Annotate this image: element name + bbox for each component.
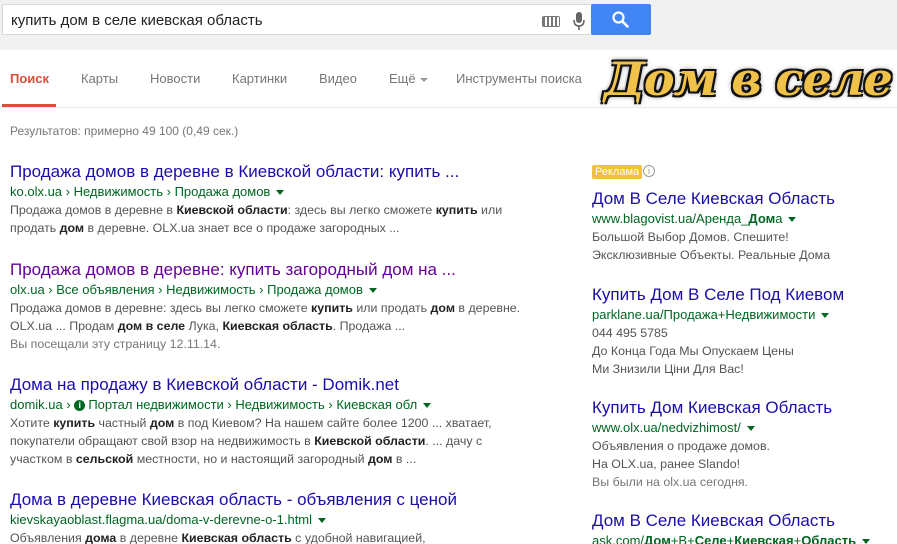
search-result: Дома в деревне Киевская область - объявл… [10,490,530,544]
result-snippet: Хотите купить частный дом в под Киевом? … [10,416,492,466]
tab-maps[interactable]: Карты [81,71,118,86]
ad-title[interactable]: Дом В Селе Киевская Область [592,511,892,531]
ad-line: Объявления о продаже домов. [592,439,770,453]
chevron-down-icon [419,77,428,82]
result-snippet: Продажа домов в деревне: здесь вы легко … [10,301,521,333]
chevron-down-icon[interactable] [862,539,871,544]
chevron-down-icon[interactable] [276,190,285,196]
ad-line: Эксклюзивные Объекты. Реальные Дома [592,248,831,262]
ad-phone[interactable]: 044 495 5785 [592,324,892,342]
chevron-down-icon[interactable] [423,403,432,409]
tab-search-tools[interactable]: Инструменты поиска [456,71,582,86]
tab-news[interactable]: Новости [150,71,200,86]
info-icon: i [74,400,86,412]
tab-video[interactable]: Видео [319,71,357,86]
search-result: Продажа домов в деревне в Киевской облас… [10,162,530,237]
result-url: olx.ua › Все объявления › Недвижимость ›… [10,280,530,299]
chevron-down-icon[interactable] [368,288,377,294]
ad-line: Большой Выбор Домов. Спешите! [592,230,789,244]
result-title[interactable]: Дома в деревне Киевская область - объявл… [10,490,530,510]
ad-url-text: www.olx.ua/nedvizhimost/ [592,420,741,435]
ad-title[interactable]: Купить Дом В Селе Под Киевом [592,285,892,305]
overlay-title: Дом в селе [604,52,893,106]
ad-url: parklane.ua/Продажа+Недвижимости [592,305,892,324]
ad-line: На OLX.ua, ранее Slando! [592,457,741,471]
result-title[interactable]: Продажа домов в деревне в Киевской облас… [10,162,530,182]
ad-url-text: www.blagovist.ua/Аренда_Дома [592,211,783,226]
result-url-text: kievskayaoblast.flagma.ua/doma-v-derevne… [10,512,313,527]
ad-item: Купить Дом Киевская Область www.olx.ua/n… [592,398,892,491]
chevron-down-icon[interactable] [821,313,830,319]
result-title[interactable]: Продажа домов в деревне: купить загородн… [10,260,530,280]
chevron-down-icon[interactable] [318,518,327,524]
tab-images[interactable]: Картинки [232,71,287,86]
search-result: Продажа домов в деревне: купить загородн… [10,260,530,353]
result-url-host: domik.ua › [10,397,75,412]
result-snippet: Объявления дома в деревне Киевская облас… [10,531,426,544]
result-stats: Результатов: примерно 49 100 (0,49 сек.) [10,124,239,138]
ad-line: До Конца Года Мы Опускаем Цены [592,344,794,358]
ad-url: www.olx.ua/nedvizhimost/ [592,418,892,437]
tab-search[interactable]: Поиск [10,71,49,86]
ad-title[interactable]: Купить Дом Киевская Область [592,398,892,418]
active-tab-indicator [2,104,56,107]
visited-note: Вы посещали эту страницу 12.11.14. [10,337,221,351]
result-title[interactable]: Дома на продажу в Киевской области - Dom… [10,375,530,395]
search-header: купить дом в селе киевская область [0,0,897,50]
search-button[interactable] [591,4,651,35]
ad-item: Купить Дом В Селе Под Киевом parklane.ua… [592,285,892,378]
search-result: Дома на продажу в Киевской области - Dom… [10,375,530,468]
ad-line: Ми Знизили Ціни Для Вас! [592,362,744,376]
ad-url: ask.com/Дом+В+Селе+Киевская+Область [592,531,892,544]
ad-url-text: ask.com/Дом+В+Селе+Киевская+Область [592,533,857,544]
tab-more-label: Ещё [389,71,416,86]
result-url-text: olx.ua › Все объявления › Недвижимость ›… [10,282,363,297]
result-url-text: ko.olx.ua › Недвижимость › Продажа домов [10,184,271,199]
microphone-icon[interactable] [572,11,586,31]
ad-item: Дом В Селе Киевская Область ask.com/Дом+… [592,511,892,544]
chevron-down-icon[interactable] [788,217,797,223]
ad-badge: Реклама [592,165,643,179]
chevron-down-icon[interactable] [746,426,755,432]
ad-title[interactable]: Дом В Селе Киевская Область [592,189,892,209]
result-url: ko.olx.ua › Недвижимость › Продажа домов [10,182,530,201]
visited-note: Вы были на olx.ua сегодня. [592,475,749,489]
tab-more[interactable]: Ещё [389,71,428,86]
keyboard-icon[interactable] [542,16,560,27]
result-url: domik.ua › i Портал недвижимости › Недвиж… [10,395,530,414]
search-icon [612,11,629,28]
result-url-text: Портал недвижимости › Недвижимость › Кие… [88,397,418,412]
result-snippet: Продажа домов в деревне в Киевской облас… [10,203,503,235]
ad-url: www.blagovist.ua/Аренда_Дома [592,209,892,228]
search-input[interactable]: купить дом в селе киевская область [2,4,592,35]
info-icon[interactable]: i [643,165,655,177]
search-query[interactable]: купить дом в селе киевская область [11,12,263,29]
ad-item: Дом В Селе Киевская Область www.blagovis… [592,189,892,264]
ad-url-text: parklane.ua/Продажа+Недвижимости [592,307,816,322]
result-url: kievskayaoblast.flagma.ua/doma-v-derevne… [10,510,530,529]
